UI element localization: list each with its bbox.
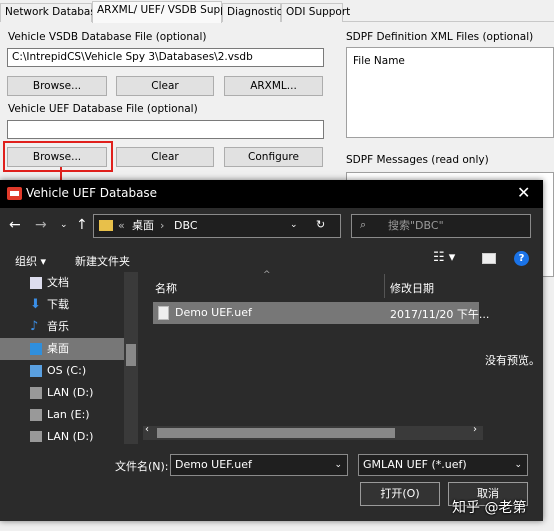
help-icon[interactable]: ?	[514, 251, 529, 266]
new-folder-button[interactable]: 新建文件夹	[75, 253, 130, 269]
filename-dropdown-icon[interactable]: ⌄	[334, 455, 342, 475]
filename-label: 文件名(N):	[115, 460, 169, 473]
nav-scrollbar-thumb[interactable]	[126, 344, 136, 366]
back-icon[interactable]: ←	[9, 217, 21, 233]
drive-icon	[30, 365, 42, 377]
search-input[interactable]: ⌕ 搜索"DBC"	[351, 214, 531, 238]
open-button[interactable]: 打开(O)	[360, 482, 440, 506]
arxml-button[interactable]: ARXML...	[224, 76, 323, 96]
music-icon: ♪	[30, 319, 39, 334]
uef-label: Vehicle UEF Database File (optional)	[8, 103, 198, 115]
breadcrumb-chevron-icon: ›	[160, 219, 165, 232]
organize-menu[interactable]: 组织 ▾	[15, 253, 46, 269]
hscrollbar-thumb[interactable]	[157, 428, 395, 438]
drive-icon	[30, 387, 42, 399]
nav-item-desktop[interactable]: 桌面	[0, 338, 138, 360]
address-bar[interactable]: « 桌面 › DBC ⌄ ↻	[93, 214, 341, 238]
nav-item-lan-d-2[interactable]: LAN (D:)	[0, 426, 138, 442]
app-icon	[7, 187, 22, 200]
configure-button[interactable]: Configure	[224, 147, 323, 167]
forward-icon[interactable]: →	[35, 217, 47, 233]
up-icon[interactable]: ↑	[76, 217, 88, 233]
no-preview-text: 没有预览。	[485, 354, 540, 367]
column-header-date[interactable]: 修改日期	[390, 280, 434, 296]
sdpf-column-header: File Name	[353, 55, 405, 67]
preview-pane-icon[interactable]	[482, 253, 496, 264]
tab-diagnostics[interactable]: Diagnostics	[222, 3, 288, 22]
drive-icon	[30, 409, 42, 421]
uef-clear-button[interactable]: Clear	[116, 147, 214, 167]
file-type-dropdown-icon[interactable]: ⌄	[514, 455, 522, 475]
sdpf-messages-label: SDPF Messages (read only)	[346, 154, 489, 166]
vsdb-browse-button[interactable]: Browse...	[7, 76, 107, 96]
tab-bar: Network Databases ARXML/ UEF/ VSDB Suppo…	[0, 0, 554, 23]
nav-item-music[interactable]: ♪ 音乐	[0, 316, 138, 338]
sort-indicator-icon: ^	[263, 270, 271, 280]
close-icon[interactable]: ✕	[517, 183, 530, 202]
nav-item-os-c[interactable]: OS (C:)	[0, 360, 138, 382]
vsdb-clear-button[interactable]: Clear	[116, 76, 214, 96]
file-icon	[158, 306, 169, 320]
file-list: ^ 名称 修改日期 Demo UEF.uef 2017/11/20 下午...	[145, 270, 489, 442]
chevron-down-icon[interactable]: ⌄	[60, 220, 68, 230]
column-divider	[384, 274, 385, 298]
breadcrumb-parent[interactable]: 桌面	[132, 216, 154, 236]
tab-network-databases[interactable]: Network Databases	[0, 3, 108, 22]
uef-browse-button[interactable]: Browse...	[7, 147, 107, 167]
filename-input[interactable]: Demo UEF.uef ⌄	[170, 454, 348, 476]
drive-icon	[30, 431, 42, 442]
file-type-select[interactable]: GMLAN UEF (*.uef) ⌄	[358, 454, 528, 476]
desktop-icon	[30, 343, 42, 355]
scroll-right-icon[interactable]: ›	[473, 424, 477, 435]
refresh-icon[interactable]: ↻	[316, 215, 325, 235]
column-header-name[interactable]: 名称	[155, 280, 177, 296]
vsdb-path-field[interactable]: C:\IntrepidCS\Vehicle Spy 3\Databases\2.…	[7, 48, 324, 67]
uef-path-field[interactable]	[7, 120, 324, 139]
watermark: 知乎 @老第	[452, 500, 527, 516]
sdpf-file-list[interactable]: File Name	[346, 47, 554, 138]
breadcrumb-sep: «	[118, 219, 125, 232]
navigation-pane: 文档 ⬇ 下载 ♪ 音乐 桌面 OS (C:) LAN (D:) Lan (E:) …	[0, 272, 138, 442]
nav-item-lan-d[interactable]: LAN (D:)	[0, 382, 138, 404]
file-date: 2017/11/20 下午...	[390, 308, 490, 321]
file-dialog: Vehicle UEF Database ✕ ← → ⌄ ↑ « 桌面 › DB…	[0, 180, 543, 521]
nav-scrollbar[interactable]	[124, 272, 138, 444]
view-options-icon[interactable]: ☷ ▾	[433, 250, 455, 265]
document-icon	[30, 277, 42, 289]
vsdb-label: Vehicle VSDB Database File (optional)	[8, 31, 207, 43]
file-row[interactable]: Demo UEF.uef 2017/11/20 下午...	[153, 302, 489, 324]
breadcrumb-current[interactable]: DBC	[174, 216, 198, 236]
search-icon: ⌕	[360, 218, 367, 231]
search-placeholder: 搜索"DBC"	[388, 219, 444, 232]
download-icon: ⬇	[30, 297, 41, 312]
dialog-title: Vehicle UEF Database	[26, 186, 158, 200]
folder-icon	[99, 220, 113, 231]
dialog-titlebar: Vehicle UEF Database ✕	[0, 180, 543, 208]
sdpf-label: SDPF Definition XML Files (optional)	[346, 31, 534, 43]
nav-item-documents[interactable]: 文档	[0, 272, 138, 294]
file-name: Demo UEF.uef	[175, 306, 252, 319]
nav-item-lan-e[interactable]: Lan (E:)	[0, 404, 138, 426]
address-dropdown-icon[interactable]: ⌄	[290, 215, 298, 235]
tab-arxml-uef-vsdb[interactable]: ARXML/ UEF/ VSDB Support	[92, 1, 242, 23]
scroll-left-icon[interactable]: ‹	[145, 424, 149, 435]
file-list-hscrollbar[interactable]: ‹ ›	[143, 424, 483, 440]
nav-item-downloads[interactable]: ⬇ 下载	[0, 294, 138, 316]
tab-odi-support[interactable]: ODI Support	[281, 3, 350, 22]
